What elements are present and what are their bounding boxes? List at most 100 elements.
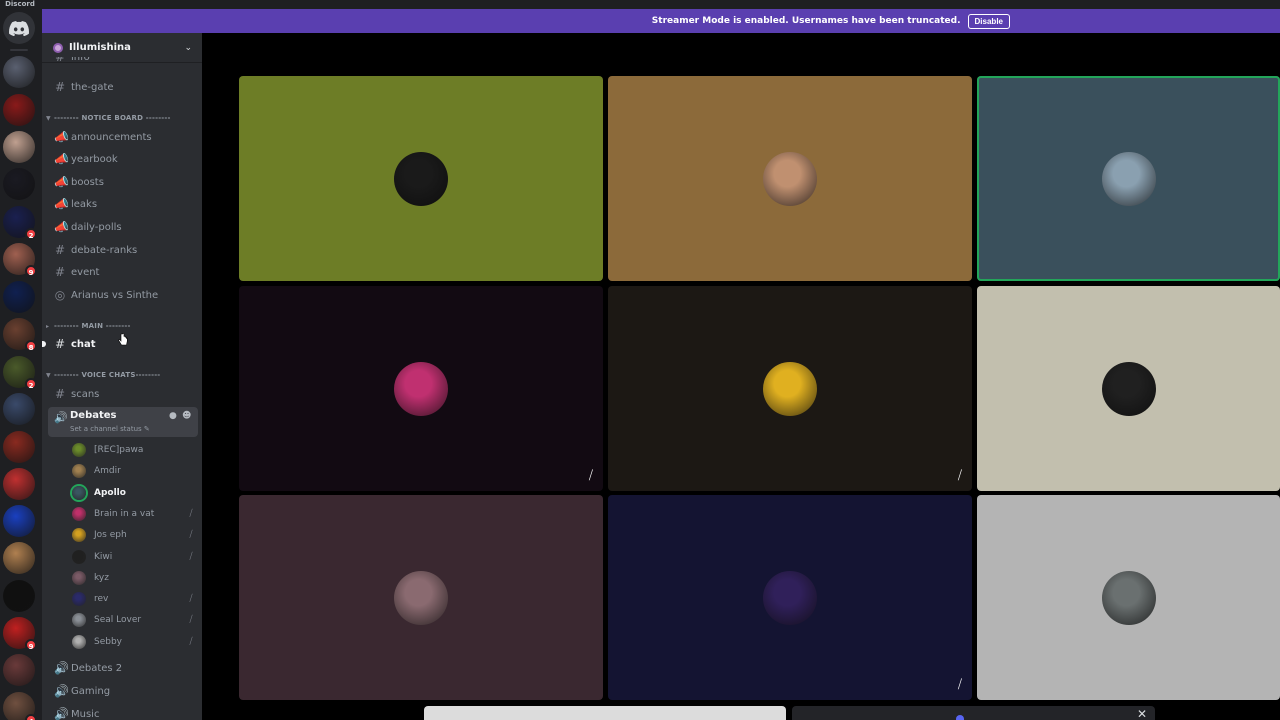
call-controls-panel[interactable] bbox=[424, 706, 786, 720]
voice-user[interactable]: Brain in a vat ⧸ bbox=[72, 504, 198, 524]
participant-tile[interactable] bbox=[239, 495, 603, 700]
server-avatar bbox=[3, 580, 35, 612]
participant-tile[interactable]: ⧸ bbox=[608, 286, 972, 491]
server-icon[interactable] bbox=[3, 393, 35, 425]
server-avatar bbox=[3, 468, 35, 500]
server-avatar bbox=[3, 542, 35, 574]
server-avatar bbox=[3, 94, 35, 126]
channel-info[interactable]: # info bbox=[49, 57, 197, 67]
mention-badge: 2 bbox=[25, 378, 37, 390]
server-icon[interactable] bbox=[3, 654, 35, 686]
deafened-icon: ⧸ bbox=[189, 508, 193, 519]
deafened-icon: ⧸ bbox=[189, 615, 193, 626]
server-avatar bbox=[3, 431, 35, 463]
speaker-icon: 🔊 bbox=[54, 707, 69, 720]
category-label: -------- VOICE CHATS-------- bbox=[54, 371, 161, 379]
server-icon[interactable]: 9 bbox=[3, 617, 37, 651]
voice-user[interactable]: Jos eph ⧸ bbox=[72, 525, 198, 545]
voice-channel-debates-2[interactable]: 🔊 Debates 2 bbox=[49, 658, 197, 678]
server-icon[interactable] bbox=[3, 542, 35, 574]
voice-channel-debates[interactable]: 🔊 Debates Set a channel status ✎ ● ☻ bbox=[48, 407, 198, 437]
server-icon[interactable] bbox=[3, 580, 35, 612]
voice-user-name: Jos eph bbox=[94, 530, 127, 541]
voice-user-name: Brain in a vat bbox=[94, 508, 155, 519]
avatar bbox=[394, 361, 448, 416]
participant-tile[interactable]: ⧸ bbox=[608, 495, 972, 700]
guild-name: Illumishina bbox=[69, 42, 131, 53]
deafened-icon: ⧸ bbox=[957, 468, 962, 482]
voice-user[interactable]: Apollo bbox=[72, 483, 198, 503]
voice-channel-gaming[interactable]: 🔊 Gaming bbox=[49, 681, 197, 701]
channel-stage[interactable]: ◎ Arianus vs Sinthe bbox=[49, 285, 197, 305]
chevron-down-icon: ▼ bbox=[46, 371, 51, 379]
participant-tile[interactable] bbox=[239, 76, 603, 281]
category-voice-chats[interactable]: ▼ -------- VOICE CHATS-------- bbox=[46, 369, 160, 381]
hand-cursor-icon bbox=[118, 333, 128, 346]
participant-tile[interactable] bbox=[977, 286, 1280, 491]
stage-icon: ◎ bbox=[54, 288, 66, 302]
channel-daily-polls[interactable]: 📣 daily-polls bbox=[49, 217, 197, 237]
avatar bbox=[72, 592, 86, 607]
channel-the-gate[interactable]: # the-gate bbox=[49, 77, 197, 97]
home-button[interactable] bbox=[3, 12, 35, 44]
avatar bbox=[72, 443, 86, 457]
deafened-icon: ⧸ bbox=[189, 594, 193, 605]
server-icon[interactable] bbox=[3, 56, 35, 88]
speaker-icon: 🔊 bbox=[54, 411, 68, 424]
channel-status-text: Set a channel status bbox=[70, 425, 142, 433]
voice-user-name: Seal Lover bbox=[94, 615, 142, 626]
chevron-down-icon: ⌄ bbox=[184, 42, 192, 53]
speaker-icon: 🔊 bbox=[54, 661, 69, 675]
server-icon[interactable] bbox=[3, 131, 35, 163]
voice-user[interactable]: Seal Lover ⧸ bbox=[72, 610, 198, 630]
participant-tile[interactable]: ⧸ bbox=[239, 286, 603, 491]
add-member-icon[interactable]: ☻ bbox=[182, 411, 191, 421]
server-icon[interactable] bbox=[3, 281, 35, 313]
deafened-icon: ⧸ bbox=[957, 677, 962, 691]
voice-user-name: Sebby bbox=[94, 636, 123, 647]
voice-user[interactable]: [REC]pawa bbox=[72, 440, 198, 460]
voice-user[interactable]: kyz bbox=[72, 568, 198, 588]
voice-user[interactable]: Sebby ⧸ bbox=[72, 632, 198, 652]
channel-label: leaks bbox=[71, 198, 98, 210]
channel-announcements[interactable]: 📣 announcements bbox=[49, 127, 197, 147]
voice-user[interactable]: rev ⧸ bbox=[72, 589, 198, 609]
chat-bubble-icon[interactable]: ● bbox=[169, 411, 177, 421]
server-icon[interactable] bbox=[3, 431, 35, 463]
server-icon[interactable]: 4 bbox=[3, 692, 37, 720]
server-icon[interactable] bbox=[3, 168, 35, 200]
pencil-icon: ✎ bbox=[143, 425, 150, 433]
close-icon[interactable]: ✕ bbox=[1137, 708, 1147, 720]
voice-user[interactable]: Kiwi ⧸ bbox=[72, 547, 198, 567]
voice-channel-music[interactable]: 🔊 Music bbox=[49, 704, 197, 720]
server-icon[interactable] bbox=[3, 94, 35, 126]
channel-boosts[interactable]: 📣 boosts bbox=[49, 172, 197, 192]
activity-panel[interactable]: ✕ bbox=[792, 706, 1155, 720]
category-main[interactable]: ▸ -------- MAIN -------- bbox=[46, 320, 131, 332]
server-icon[interactable] bbox=[3, 468, 35, 500]
participant-tile[interactable] bbox=[977, 76, 1280, 281]
disable-streamer-mode-button[interactable]: Disable bbox=[967, 13, 1010, 29]
channel-leaks[interactable]: 📣 leaks bbox=[49, 194, 197, 214]
channel-yearbook[interactable]: 📣 yearbook bbox=[49, 149, 197, 169]
channel-status-prompt[interactable]: Set a channel status ✎ bbox=[70, 425, 150, 433]
discord-logo-icon bbox=[9, 20, 29, 36]
channel-scans[interactable]: # scans bbox=[49, 384, 197, 404]
participant-tile[interactable] bbox=[608, 76, 972, 281]
mention-badge: 9 bbox=[25, 639, 37, 651]
server-icon[interactable]: 2 bbox=[3, 356, 37, 390]
channel-label: chat bbox=[71, 338, 96, 350]
avatar bbox=[72, 613, 86, 628]
category-notice-board[interactable]: ▼ -------- NOTICE BOARD -------- bbox=[46, 112, 171, 124]
server-icon[interactable] bbox=[3, 505, 35, 537]
channel-debate-ranks[interactable]: # debate-ranks bbox=[49, 240, 197, 260]
avatar bbox=[1101, 570, 1156, 625]
deafened-icon: ⧸ bbox=[588, 468, 593, 482]
server-icon[interactable]: 8 bbox=[3, 318, 37, 352]
channel-event[interactable]: # event bbox=[49, 262, 197, 282]
server-avatar bbox=[3, 654, 35, 686]
server-icon[interactable]: 2 bbox=[3, 206, 37, 240]
participant-tile[interactable] bbox=[977, 495, 1280, 700]
server-icon[interactable]: 9 bbox=[3, 243, 37, 277]
voice-user[interactable]: Amdir bbox=[72, 461, 198, 481]
